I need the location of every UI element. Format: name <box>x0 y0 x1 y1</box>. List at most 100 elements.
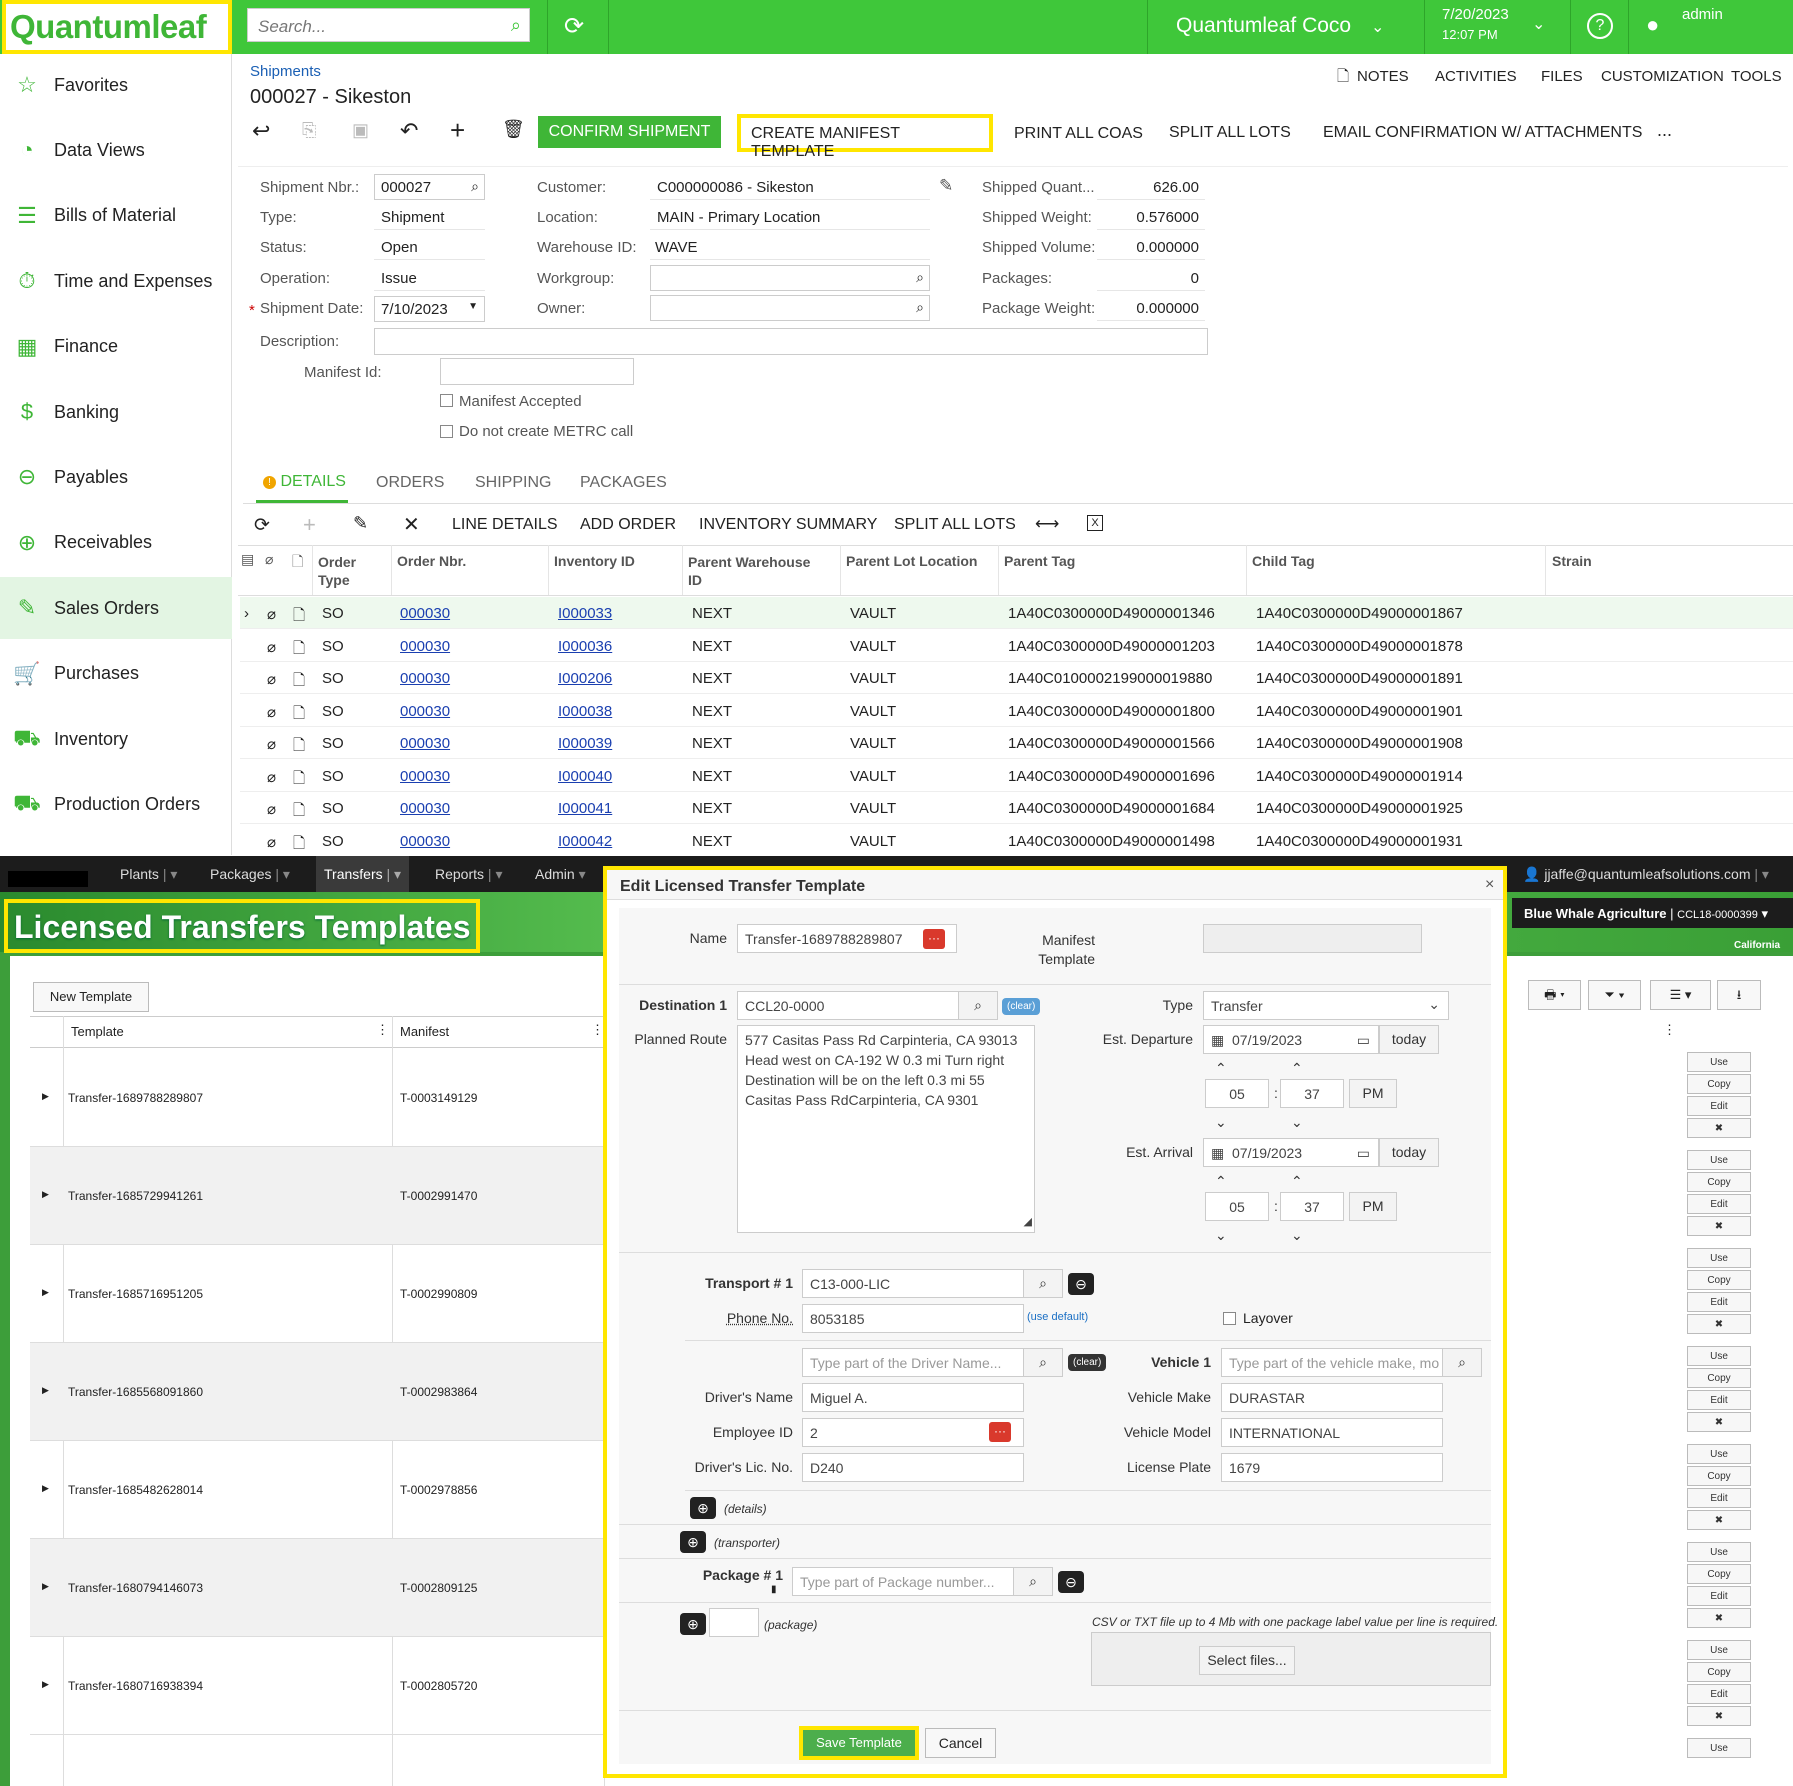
vehicle-model-field[interactable]: INTERNATIONAL <box>1221 1418 1443 1447</box>
copy-button[interactable]: Copy <box>1687 1172 1751 1192</box>
manifest-accepted-checkbox[interactable] <box>440 394 453 407</box>
minute-up-icon[interactable]: ⌃ <box>1291 1173 1303 1190</box>
col-order-nbr[interactable]: Order Nbr. <box>397 553 466 569</box>
table-row[interactable]: ▶ Transfer-1680794146073 T-0002809125 <box>30 1539 605 1637</box>
cell-inv[interactable]: I000036 <box>558 638 612 655</box>
sidebar-item-favorites[interactable]: ☆ Favorites <box>0 54 232 116</box>
expand-caret-icon[interactable]: ▶ <box>42 1581 49 1592</box>
departure-ampm-button[interactable]: PM <box>1349 1079 1397 1108</box>
description-field[interactable] <box>374 328 1208 355</box>
use-button[interactable]: Use <box>1687 1542 1751 1562</box>
copy-button[interactable]: Copy <box>1687 1466 1751 1486</box>
download-button[interactable]: ⭳ <box>1717 980 1761 1010</box>
note-icon[interactable]: 🗋 <box>293 703 305 728</box>
tab-packages[interactable]: PACKAGES <box>580 474 667 492</box>
print-menu-button[interactable]: 🖶 ▾ <box>1528 980 1581 1010</box>
hour-up-icon[interactable]: ⌃ <box>1215 1173 1227 1190</box>
edit-button[interactable]: Edit <box>1687 1194 1751 1214</box>
vehicle-make-field[interactable]: DURASTAR <box>1221 1383 1443 1412</box>
planned-route-field[interactable]: 577 Casitas Pass Rd Carpinteria, CA 9301… <box>737 1025 1035 1233</box>
copy-button[interactable]: Copy <box>1687 1662 1751 1682</box>
attachment-icon[interactable]: ⌀ <box>267 800 276 818</box>
license-plate-field[interactable]: 1679 <box>1221 1453 1443 1482</box>
sidebar-item-bills-of-material[interactable]: ☰ Bills of Material <box>0 185 232 247</box>
copy-button[interactable]: Copy <box>1687 1564 1751 1584</box>
table-row[interactable]: ▶ Transfer-1685568091860 T-0002983864 <box>30 1343 605 1441</box>
arrival-ampm-button[interactable]: PM <box>1349 1192 1397 1221</box>
remove-package-icon[interactable]: ⊖ <box>1058 1571 1084 1593</box>
cell-inv[interactable]: I000040 <box>558 768 612 785</box>
minute-down-icon[interactable]: ⌄ <box>1291 1114 1303 1131</box>
notes-icon[interactable]: 🗋 <box>1337 66 1349 91</box>
table-row[interactable]: ▶ Transfer-1689788289807 T-0003149129 <box>30 1049 605 1147</box>
package-search-button[interactable]: ⌕ <box>1013 1567 1053 1596</box>
sidebar-item-payables[interactable]: ⊖ Payables <box>0 446 232 508</box>
col-template[interactable]: Template <box>71 1024 124 1039</box>
table-row[interactable]: ⌀ 🗋 SO 000030 I000038 NEXT VAULT 1A40C0300000D4… <box>240 695 1793 727</box>
note-icon[interactable]: 🗋 <box>293 800 305 825</box>
delete-icon[interactable]: ✖ <box>1687 1118 1751 1138</box>
back-icon[interactable]: ↩ <box>252 118 270 144</box>
save-template-button[interactable]: Save Template <box>799 1726 919 1760</box>
refresh-icon[interactable]: ⟳ <box>254 514 270 537</box>
table-row[interactable]: ⌀ 🗋 SO 000030 I000040 NEXT VAULT 1A40C0300000D4… <box>240 760 1793 792</box>
delete-icon[interactable]: ✖ <box>1687 1706 1751 1726</box>
table-row[interactable]: ⌀ 🗋 SO 000030 I000039 NEXT VAULT 1A40C0300000D4… <box>240 727 1793 759</box>
calendar-icon[interactable]: ▦ <box>1211 1032 1224 1049</box>
package-count-field[interactable] <box>709 1608 759 1637</box>
manifest-id-field[interactable] <box>440 358 634 385</box>
files-link[interactable]: FILES <box>1541 68 1583 85</box>
expand-caret-icon[interactable]: ▶ <box>42 1189 49 1200</box>
attachment-icon[interactable]: ⌀ <box>267 735 276 753</box>
cell-order[interactable]: 000030 <box>400 768 450 785</box>
note-icon[interactable]: 🗋 <box>293 833 305 856</box>
copy-button[interactable]: Copy <box>1687 1074 1751 1094</box>
employee-id-options-icon[interactable]: ··· <box>989 1422 1011 1442</box>
sidebar-item-finance[interactable]: ▦ Finance <box>0 316 232 378</box>
table-row[interactable]: ⌀ 🗋 SO 000030 I000036 NEXT VAULT 1A40C0300000D4… <box>240 630 1793 662</box>
table-row[interactable]: ⌀ 🗋 SO 000030 I000042 NEXT VAULT 1A40C0300000D4… <box>240 825 1793 856</box>
attachment-icon[interactable]: ⌀ <box>267 703 276 721</box>
est-departure-field[interactable]: ▦ 07/19/2023 ▭ <box>1203 1025 1379 1054</box>
table-row[interactable]: ▶ Transfer-1685482628014 T-0002978856 <box>30 1441 605 1539</box>
use-button[interactable]: Use <box>1687 1346 1751 1366</box>
notes-link[interactable]: NOTES <box>1357 68 1409 85</box>
filter-menu-button[interactable]: ⏷ ▾ <box>1588 980 1641 1010</box>
nav-admin[interactable]: Admin ▾ <box>535 866 586 883</box>
cancel-button[interactable]: Cancel <box>925 1728 996 1758</box>
delete-icon[interactable]: 🗑 <box>502 119 525 140</box>
driver-search-input[interactable]: Type part of the Driver Name... <box>802 1348 1024 1377</box>
cell-order[interactable]: 000030 <box>400 670 450 687</box>
cell-order[interactable]: 000030 <box>400 833 450 850</box>
arrival-minute-field[interactable]: 37 <box>1280 1192 1344 1221</box>
datetime-selector[interactable]: 7/20/2023 12:07 PM <box>1442 6 1509 42</box>
destination-clear-button[interactable]: (clear) <box>1002 998 1041 1015</box>
note-icon[interactable]: 🗋 <box>293 605 305 630</box>
row-selector-icon[interactable]: › <box>244 605 249 622</box>
arrival-hour-field[interactable]: 05 <box>1205 1192 1269 1221</box>
user-menu[interactable]: 👤 jjaffe@quantumleafsolutions.com | ▾ <box>1523 866 1769 883</box>
package-search-input[interactable]: Type part of Package number... <box>792 1567 1014 1596</box>
destination-field[interactable]: CCL20-0000 <box>737 991 959 1020</box>
search-icon[interactable]: ⌕ <box>916 299 924 316</box>
edit-icon[interactable]: ✎ <box>939 176 953 196</box>
expand-caret-icon[interactable]: ▶ <box>42 1287 49 1298</box>
split-all-lots-button[interactable]: SPLIT ALL LOTS <box>1169 124 1291 142</box>
tab-shipping[interactable]: SHIPPING <box>475 474 551 492</box>
col-parent-lot-location[interactable]: Parent Lot Location <box>846 553 977 569</box>
calendar-picker-icon[interactable]: ▭ <box>1357 1032 1370 1049</box>
est-arrival-field[interactable]: ▦ 07/19/2023 ▭ <box>1203 1138 1379 1167</box>
shipment-date-field[interactable]: 7/10/2023 ▼ <box>374 296 485 322</box>
workgroup-field[interactable]: ⌕ <box>650 265 930 291</box>
arrival-today-button[interactable]: today <box>1379 1138 1439 1167</box>
sidebar-item-time-and-expenses[interactable]: ⏱ Time and Expenses <box>0 250 232 312</box>
layover-checkbox[interactable] <box>1223 1312 1236 1325</box>
col-parent-warehouse[interactable]: Parent Warehouse ID <box>688 553 810 589</box>
table-row[interactable]: ⌀ 🗋 SO 000030 I000041 NEXT VAULT 1A40C0300000D4… <box>240 792 1793 824</box>
hour-down-icon[interactable]: ⌄ <box>1215 1114 1227 1131</box>
resize-handle-icon[interactable]: ◢ <box>1024 1212 1032 1232</box>
table-row[interactable]: ▶ Transfer-1680716938394 T-0002805720 <box>30 1637 605 1735</box>
table-row[interactable]: › ⌀ 🗋 SO 000030 I000033 NEXT VAULT 1A40C0300000D… <box>240 597 1793 629</box>
save-icon[interactable]: ▣ <box>352 120 369 141</box>
add-row-icon[interactable]: + <box>303 512 316 538</box>
